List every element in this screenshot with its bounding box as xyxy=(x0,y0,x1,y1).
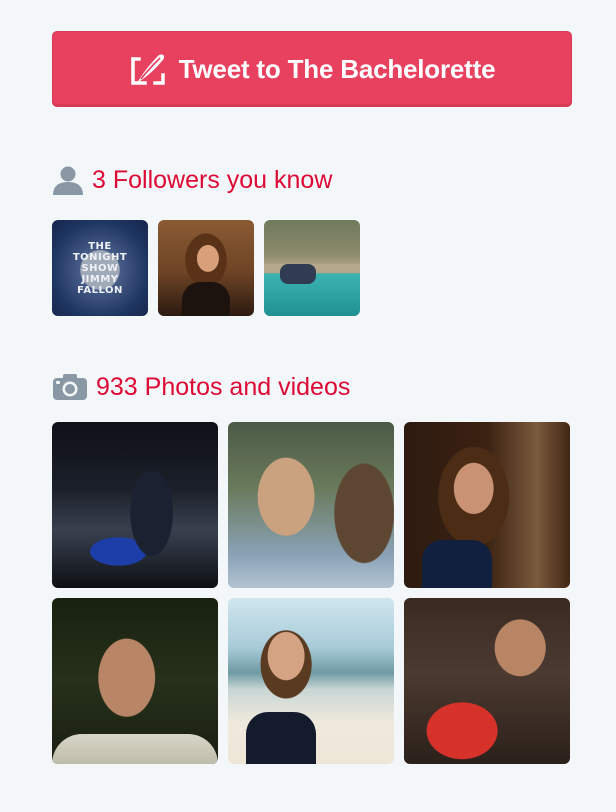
photo-thumbnail[interactable] xyxy=(228,598,394,764)
follower-avatar[interactable] xyxy=(158,220,254,316)
followers-you-know-link[interactable]: 3 Followers you know xyxy=(52,160,332,200)
photo-thumbnail[interactable] xyxy=(52,598,218,764)
camera-icon xyxy=(52,373,88,401)
follower-avatar[interactable] xyxy=(264,220,360,316)
photo-thumbnail[interactable] xyxy=(404,422,570,588)
photos-title: 933 Photos and videos xyxy=(96,372,351,401)
quill-icon xyxy=(129,49,169,89)
followers-list: The Tonight Show Jimmy Fallon xyxy=(52,220,360,316)
photo-thumbnail[interactable] xyxy=(404,598,570,764)
photos-grid xyxy=(52,422,570,764)
tweet-to-button[interactable]: Tweet to The Bachelorette xyxy=(52,31,572,107)
followers-title: 3 Followers you know xyxy=(92,165,333,194)
photo-thumbnail[interactable] xyxy=(52,422,218,588)
follower-avatar-tonight-show[interactable]: The Tonight Show Jimmy Fallon xyxy=(52,220,148,316)
person-icon xyxy=(52,165,84,195)
tonight-show-logo: The Tonight Show Jimmy Fallon xyxy=(72,240,128,296)
photos-and-videos-link[interactable]: 933 Photos and videos xyxy=(52,367,350,407)
tweet-button-label: Tweet to The Bachelorette xyxy=(178,53,496,84)
photo-thumbnail[interactable] xyxy=(228,422,394,588)
